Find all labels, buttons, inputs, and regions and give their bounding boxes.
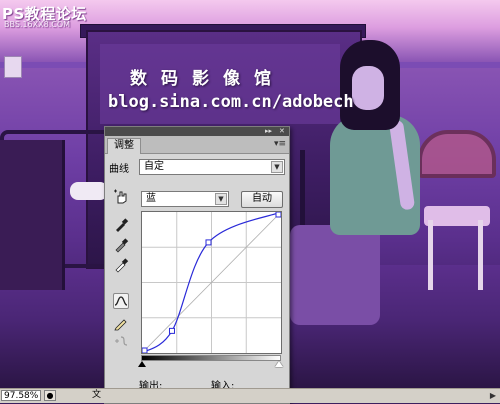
- preset-value: 自定: [144, 161, 164, 172]
- sneaker: [70, 182, 108, 200]
- chair-left: [0, 140, 65, 290]
- chevron-down-icon: ▼: [271, 161, 283, 173]
- chevron-down-icon: ▼: [215, 193, 227, 205]
- status-bar: 97.58% ● 文 ▶: [0, 388, 500, 403]
- watermark-subtitle: BBS.16XX8.COM: [4, 20, 71, 29]
- close-icon[interactable]: ✕: [279, 127, 285, 136]
- watermark-url: blog.sina.com.cn/adobech: [108, 92, 354, 112]
- curve-control-point[interactable]: [205, 239, 212, 246]
- channel-value: 蓝: [146, 193, 156, 204]
- tab-adjustments[interactable]: 调整: [107, 138, 141, 154]
- gray-eyedropper-icon[interactable]: [113, 237, 129, 253]
- curve-tool-icon[interactable]: [113, 293, 129, 309]
- menu-icon[interactable]: ▾≡: [274, 139, 286, 149]
- double-chevron-right-icon[interactable]: ▸▸: [265, 127, 272, 136]
- smooth-curve-icon[interactable]: [113, 333, 129, 349]
- chair-right-back: [418, 130, 496, 178]
- curve-control-point[interactable]: [141, 347, 148, 354]
- model-face: [352, 66, 384, 110]
- black-eyedropper-icon[interactable]: [113, 217, 129, 233]
- model-legs: [290, 225, 380, 325]
- panel-tab-row: 调整 ▾≡: [105, 136, 289, 154]
- preset-label: 曲线: [109, 164, 129, 175]
- curve-control-point[interactable]: [275, 211, 282, 218]
- chair-right-leg: [478, 220, 483, 290]
- watermark-chinese: 数码影像馆: [130, 69, 285, 89]
- chair-right-leg: [428, 220, 433, 290]
- white-point-slider[interactable]: [275, 361, 283, 367]
- input-gradient-bar: [141, 355, 281, 361]
- document-info-icon[interactable]: ●: [44, 390, 56, 401]
- chair-right: [418, 130, 496, 290]
- auto-button[interactable]: 自动: [241, 191, 283, 208]
- channel-dropdown[interactable]: 蓝 ▼: [141, 191, 229, 207]
- zoom-level[interactable]: 97.58%: [1, 390, 41, 401]
- document-label: 文: [92, 390, 102, 400]
- preset-dropdown[interactable]: 自定 ▼: [139, 159, 285, 175]
- curve-graph[interactable]: [141, 211, 282, 354]
- black-point-slider[interactable]: [138, 361, 146, 367]
- wall-outlet: [4, 56, 22, 78]
- panel-titlebar[interactable]: ▸▸ ✕: [105, 127, 289, 136]
- target-adjust-hand-icon[interactable]: [113, 189, 129, 205]
- scroll-right-icon[interactable]: ▶: [488, 390, 498, 401]
- adjustments-panel: ▸▸ ✕ 调整 ▾≡ 曲线 自定 ▼ 蓝 ▼ 自动 输出: 输入:: [104, 126, 290, 404]
- curve-control-point[interactable]: [168, 327, 175, 334]
- pencil-icon[interactable]: [113, 315, 129, 331]
- curve-chart[interactable]: [141, 211, 282, 354]
- preset-row: 曲线 自定 ▼: [109, 159, 285, 175]
- white-eyedropper-icon[interactable]: [113, 257, 129, 273]
